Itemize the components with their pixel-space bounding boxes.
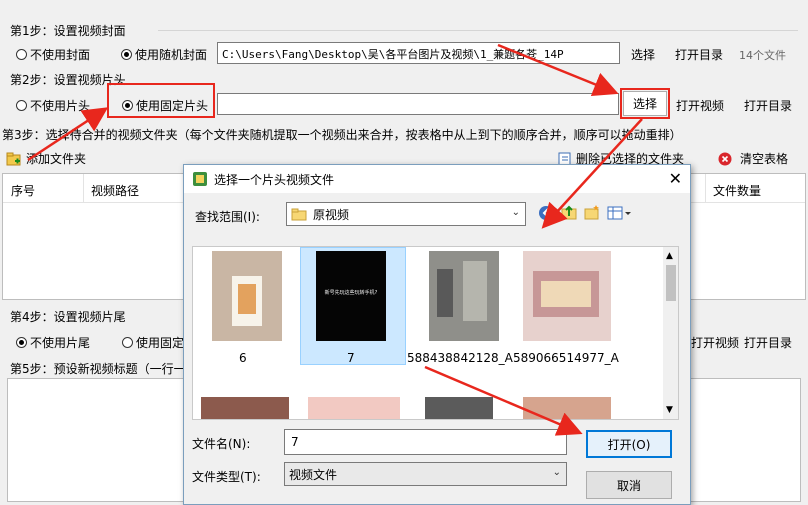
arrow-to-open [424, 365, 583, 436]
annotation-arrows [27, 43, 643, 436]
arrow-to-choose [497, 43, 619, 97]
arrow-to-dialog [541, 118, 643, 229]
arrow-to-fixed-intro [27, 107, 109, 162]
